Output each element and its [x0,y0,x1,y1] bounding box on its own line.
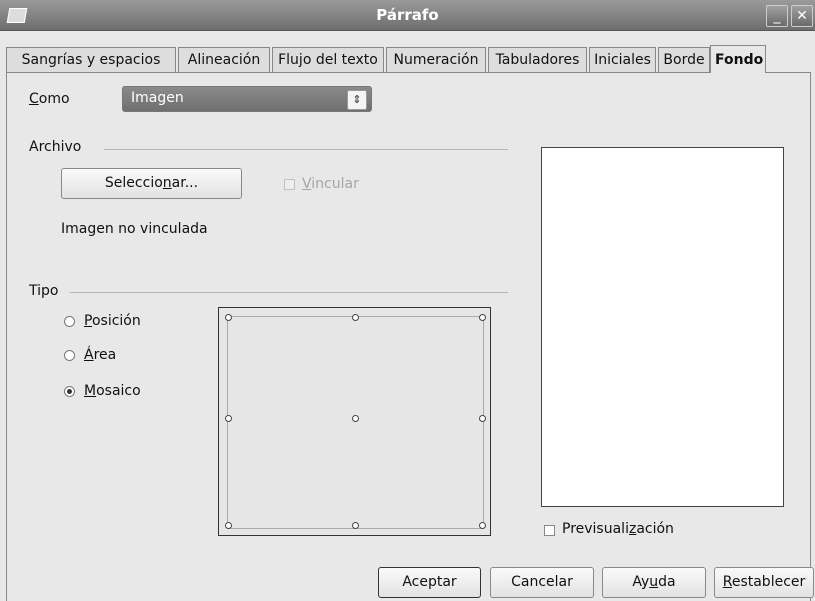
link-status-text: Imagen no vinculada [61,221,208,237]
position-bottom-right[interactable] [479,522,486,529]
tab-flujo-texto[interactable]: Flujo del texto [272,47,384,72]
tab-borde[interactable]: Borde [658,47,710,72]
ok-button[interactable]: Aceptar [378,567,481,598]
tipo-section-label: Tipo [29,283,59,299]
reset-button[interactable]: Restablecer [714,567,814,598]
cancel-button[interactable]: Cancelar [490,567,594,598]
position-area [227,316,484,529]
minimize-button[interactable]: _ [766,5,788,27]
position-top-right[interactable] [479,314,486,321]
position-selector [218,307,491,536]
radio-mosaico[interactable] [64,386,75,397]
position-top-center[interactable] [352,314,359,321]
preview-checkbox[interactable] [544,525,555,536]
radio-posicion[interactable] [64,316,75,327]
preview-area [541,147,784,507]
preview-checkbox-label: Previsualización [562,521,674,537]
help-button[interactable]: Ayuda [602,567,706,598]
radio-area-label: Área [84,347,117,363]
tab-numeracion[interactable]: Numeración [386,47,486,72]
position-center[interactable] [352,415,359,422]
tab-iniciales[interactable]: Iniciales [589,47,656,72]
archivo-section-label: Archivo [29,139,82,155]
vincular-checkbox[interactable] [284,179,295,190]
window-title: Párrafo [376,6,439,24]
tab-bar: Sangrías y espacios Alineación Flujo del… [6,45,811,73]
tab-sangrias[interactable]: Sangrías y espacios [6,47,176,72]
archivo-separator [104,149,508,150]
como-select[interactable]: Imagen ⇕ [122,86,372,112]
position-bottom-left[interactable] [225,522,232,529]
tab-tabuladores[interactable]: Tabuladores [488,47,587,72]
position-top-left[interactable] [225,314,232,321]
close-button[interactable]: ✕ [791,5,813,27]
tab-fondo[interactable]: Fondo [710,45,766,73]
select-file-button[interactable]: Seleccionar... [61,168,242,199]
position-middle-left[interactable] [225,415,232,422]
radio-mosaico-label: Mosaico [84,383,141,399]
radio-posicion-label: Posición [84,313,141,329]
position-middle-right[interactable] [479,415,486,422]
tipo-separator [70,292,508,293]
como-label: Como [29,91,70,107]
vincular-label: Vincular [302,176,359,192]
title-bar: Párrafo _ ✕ [0,0,815,31]
position-bottom-center[interactable] [352,522,359,529]
tab-alineacion[interactable]: Alineación [178,47,270,72]
como-select-value: Imagen [131,90,184,106]
select-arrows-icon: ⇕ [347,90,367,110]
radio-area[interactable] [64,350,75,361]
